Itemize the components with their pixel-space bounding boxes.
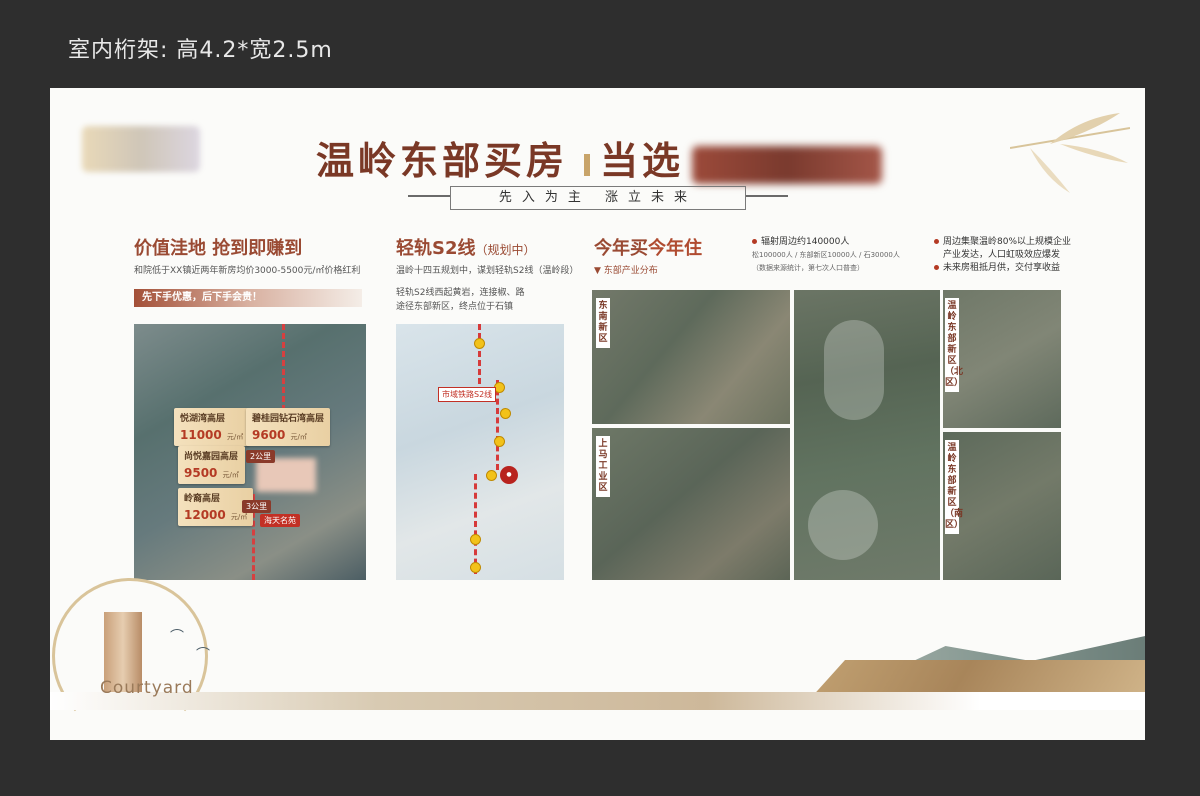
- project-name-blurred: [692, 145, 883, 184]
- section1-desc: 和院低于XX镇近两年新房均价3000-5500元/㎡价格红利: [134, 266, 361, 276]
- aerial-map-east-south: 温岭东部新区（南区）: [943, 432, 1061, 580]
- price-card-name: 尚悦嘉园高层: [184, 452, 239, 462]
- aerial-map-shangma: 上马工业区: [592, 428, 790, 580]
- headline: 温岭东部买房 当选: [316, 130, 883, 185]
- display-board: 温岭东部买房 当选 先入为主 涨立未来 价值洼地 抢到即赚到 和院低于XX镇近两年…: [50, 88, 1145, 740]
- page-header-note: 室内桁架: 高4.2*宽2.5m: [68, 38, 333, 63]
- price-card-name: 岭裔高层: [184, 494, 221, 504]
- stats-block: 辐射周边约140000人 松100000人 / 东部新区10000人 / 石30…: [752, 236, 900, 275]
- map-road: [282, 324, 285, 420]
- aerial-map-east-north: 温岭东部新区（北区）: [943, 290, 1061, 428]
- price-card-unit: 元/㎡: [290, 433, 307, 441]
- rail-station-icon: [470, 562, 481, 573]
- aerial-map-center: [794, 290, 940, 580]
- bullet-list: 周边集聚温岭80%以上规模企业 产业发达，人口虹吸效应爆发 未来房租抵月供，交付…: [934, 236, 1071, 275]
- price-card-unit: 元/㎡: [226, 433, 244, 441]
- rail-map-label: 市域铁路S2线: [438, 387, 497, 402]
- stats-note: （数据来源统计，第七次人口普查）: [752, 264, 864, 272]
- rail-station-icon: [486, 470, 497, 481]
- aerial-map-southeast: 东南新区: [592, 290, 790, 424]
- stats-title: 辐射周边约140000人: [761, 237, 850, 247]
- rail-station-icon: [500, 408, 511, 419]
- rail-station-icon: [494, 436, 505, 447]
- tagline-rule-right: [746, 195, 788, 197]
- headline-main: 温岭东部买房: [316, 138, 569, 183]
- section3-sub-text: 东部产业分布: [603, 266, 658, 276]
- price-card: 碧桂园钻石湾高层 9600 元/㎡: [246, 408, 331, 446]
- project-card-blurred: [256, 458, 316, 492]
- area-label: 温岭东部新区（南区）: [945, 440, 963, 534]
- price-card-unit: 元/㎡: [222, 471, 239, 479]
- bullet-item: 产业发达，人口虹吸效应爆发: [943, 250, 1061, 260]
- headline-separator: [584, 153, 591, 176]
- section1-map: 悦湖湾高层 11000 元/㎡ 碧桂园钻石湾高层 9600 元/㎡ 尚悦嘉园高层…: [134, 324, 366, 580]
- price-card-price: 9500: [184, 466, 218, 480]
- bamboo-decoration-icon: [1010, 113, 1130, 193]
- section3-title-a: 今年买: [594, 238, 648, 259]
- map-highlight-zone: [824, 320, 884, 420]
- rail-line: [478, 324, 481, 384]
- price-card: 悦湖湾高层 11000 元/㎡: [174, 408, 250, 446]
- bird-icon: ⌒: [196, 647, 210, 663]
- brand-logo: [82, 126, 200, 172]
- section2-title-main: 轻轨S2线: [396, 238, 476, 259]
- bullet-icon: [934, 239, 939, 244]
- map-highlight-zone: [808, 490, 878, 560]
- tagline-rule-left: [408, 195, 450, 197]
- price-card-price: 11000: [180, 428, 222, 442]
- area-label: 东南新区: [596, 298, 610, 348]
- area-label: 温岭东部新区（北区）: [945, 298, 963, 392]
- bullet-item: 未来房租抵月供，交付享收益: [943, 263, 1061, 273]
- ground-band: [50, 692, 1145, 710]
- bullet-item: 周边集聚温岭80%以上规模企业: [943, 237, 1072, 247]
- distance-label: 2公里: [246, 450, 276, 463]
- section2-title: 轻轨S2线（规划中）: [396, 234, 536, 260]
- rail-station-icon: [474, 338, 485, 349]
- tagline: 先入为主 涨立未来: [450, 186, 746, 210]
- section2-desc1: 温岭十四五规划中，谋划轻轨S2线（温岭段）: [396, 266, 579, 276]
- section3-title-b: 今年住: [648, 238, 702, 259]
- price-card-price: 9600: [252, 428, 286, 442]
- headline-mid: 当选: [600, 138, 685, 183]
- price-card-name: 碧桂园钻石湾高层: [252, 414, 325, 424]
- brand-word: Courtyard: [100, 678, 194, 698]
- bird-icon: ⌒: [170, 629, 184, 645]
- bullet-icon: [752, 239, 757, 244]
- rail-station-icon: [470, 534, 481, 545]
- section2-title-note: （规划中）: [475, 243, 536, 257]
- rail-line: [474, 474, 477, 574]
- stats-line: 松100000人 / 东部新区10000人 / 石30000人: [752, 251, 900, 259]
- section1-title: 价值洼地 抢到即赚到: [134, 238, 303, 259]
- price-card-unit: 元/㎡: [230, 513, 248, 521]
- bullet-icon: [934, 265, 939, 270]
- rail-line: [496, 380, 499, 470]
- price-card: 尚悦嘉园高层 9500 元/㎡: [178, 446, 245, 484]
- section1-banner: 先下手优惠，后下手会贵！: [134, 289, 362, 307]
- distance-label: 3公里: [242, 500, 272, 513]
- price-card-price: 12000: [184, 508, 226, 522]
- section3-sub: ▼ 东部产业分布: [594, 266, 658, 276]
- section2-desc2: 轻轨S2线西起黄岩，连接椒、路 途径东部新区，终点位于石镇: [396, 288, 525, 312]
- map-pin: 海天名苑: [260, 514, 300, 527]
- rail-map: 市域铁路S2线 ●: [396, 324, 564, 580]
- price-card-name: 悦湖湾高层: [180, 414, 226, 424]
- area-label: 上马工业区: [596, 436, 610, 497]
- project-location-icon: ●: [500, 466, 518, 484]
- section3-title: 今年买今年住: [594, 234, 702, 260]
